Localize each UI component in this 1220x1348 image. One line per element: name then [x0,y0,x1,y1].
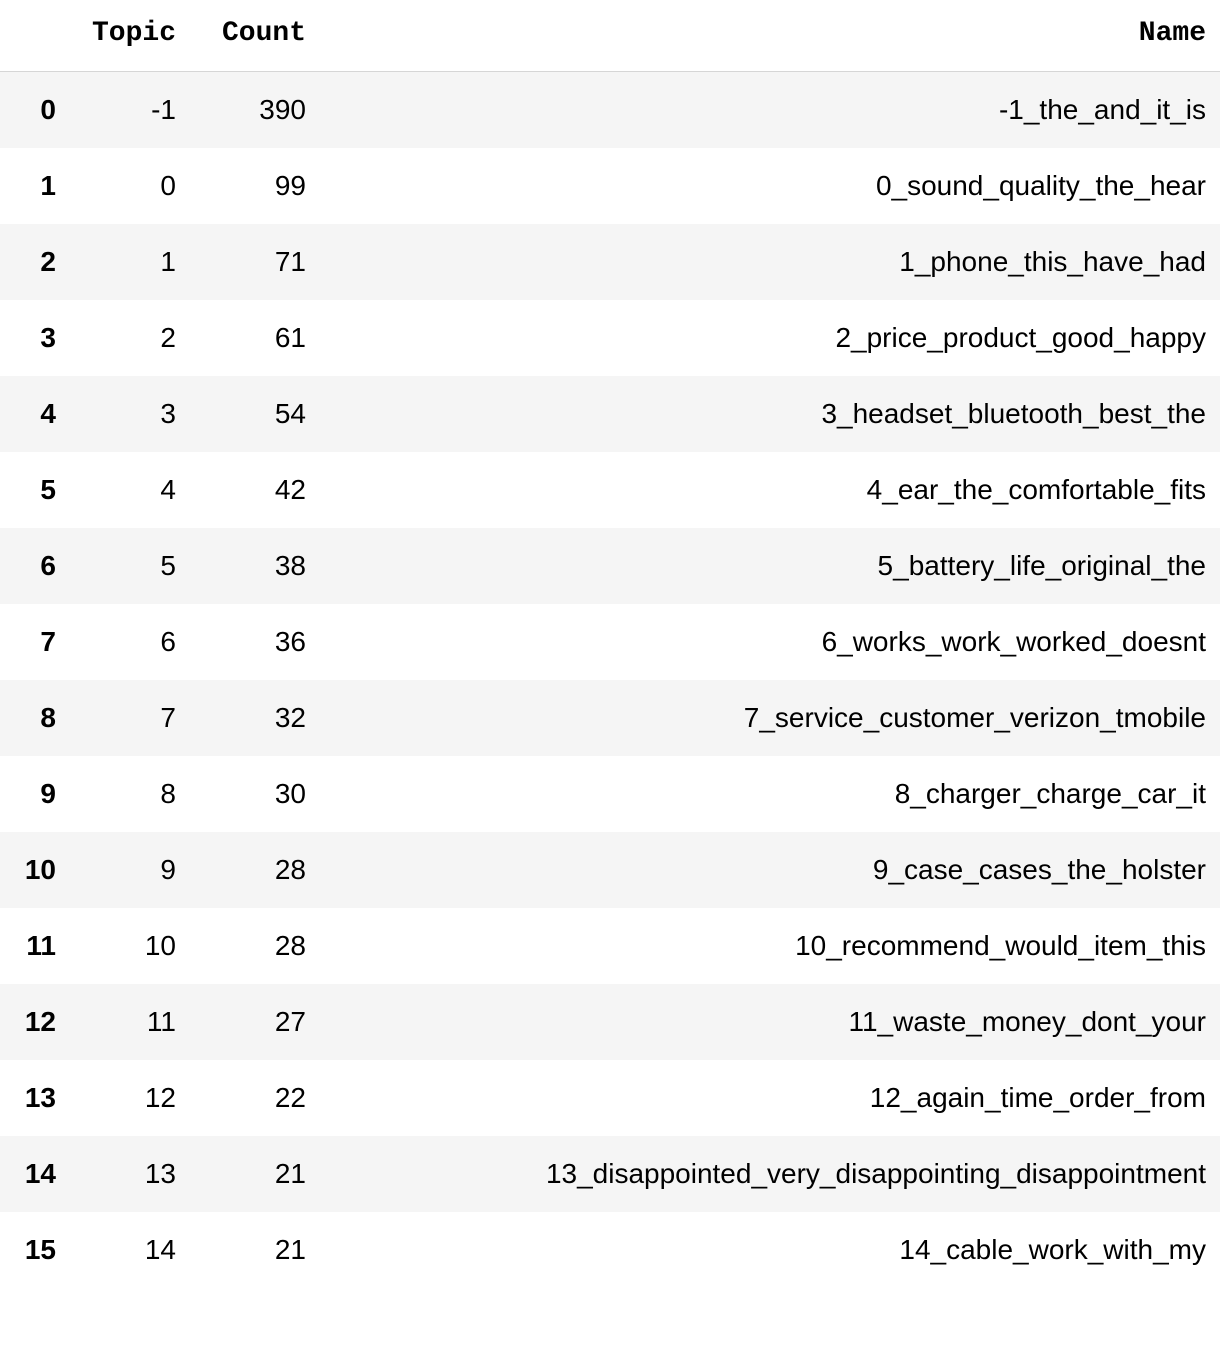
row-count: 21 [190,1212,320,1288]
row-topic: 8 [70,756,190,832]
row-index: 8 [0,680,70,756]
row-count: 32 [190,680,320,756]
header-count: Count [190,0,320,72]
row-count: 30 [190,756,320,832]
table-row: 98308_charger_charge_car_it [0,756,1220,832]
header-index [0,0,70,72]
row-name: 2_price_product_good_happy [320,300,1220,376]
row-topic: 13 [70,1136,190,1212]
row-topic: 3 [70,376,190,452]
row-count: 28 [190,832,320,908]
row-index: 13 [0,1060,70,1136]
row-index: 10 [0,832,70,908]
row-topic: 0 [70,148,190,224]
table-row: 76366_works_work_worked_doesnt [0,604,1220,680]
row-count: 99 [190,148,320,224]
row-count: 390 [190,72,320,149]
row-index: 7 [0,604,70,680]
table-row: 32612_price_product_good_happy [0,300,1220,376]
row-index: 9 [0,756,70,832]
row-count: 54 [190,376,320,452]
table-row: 10990_sound_quality_the_hear [0,148,1220,224]
row-name: 0_sound_quality_the_hear [320,148,1220,224]
row-topic: 5 [70,528,190,604]
row-index: 15 [0,1212,70,1288]
row-index: 1 [0,148,70,224]
table-row: 13122212_again_time_order_from [0,1060,1220,1136]
row-topic: 12 [70,1060,190,1136]
table-row: 109289_case_cases_the_holster [0,832,1220,908]
table-row: 21711_phone_this_have_had [0,224,1220,300]
row-index: 3 [0,300,70,376]
row-name: 5_battery_life_original_the [320,528,1220,604]
table-row: 12112711_waste_money_dont_your [0,984,1220,1060]
header-row: Topic Count Name [0,0,1220,72]
table-row: 43543_headset_bluetooth_best_the [0,376,1220,452]
row-count: 42 [190,452,320,528]
row-topic: 11 [70,984,190,1060]
table-body: 0-1390-1_the_and_it_is10990_sound_qualit… [0,72,1220,1289]
row-count: 71 [190,224,320,300]
row-count: 22 [190,1060,320,1136]
table-row: 87327_service_customer_verizon_tmobile [0,680,1220,756]
row-topic: 1 [70,224,190,300]
table-row: 0-1390-1_the_and_it_is [0,72,1220,149]
row-name: 7_service_customer_verizon_tmobile [320,680,1220,756]
row-index: 2 [0,224,70,300]
row-name: 11_waste_money_dont_your [320,984,1220,1060]
row-name: 3_headset_bluetooth_best_the [320,376,1220,452]
row-index: 4 [0,376,70,452]
row-name: 12_again_time_order_from [320,1060,1220,1136]
row-name: 13_disappointed_very_disappointing_disap… [320,1136,1220,1212]
row-name: 10_recommend_would_item_this [320,908,1220,984]
table-row: 15142114_cable_work_with_my [0,1212,1220,1288]
row-topic: 4 [70,452,190,528]
row-name: -1_the_and_it_is [320,72,1220,149]
table-row: 65385_battery_life_original_the [0,528,1220,604]
row-count: 38 [190,528,320,604]
row-index: 11 [0,908,70,984]
row-count: 21 [190,1136,320,1212]
row-count: 36 [190,604,320,680]
header-name: Name [320,0,1220,72]
row-index: 14 [0,1136,70,1212]
row-topic: 10 [70,908,190,984]
table-row: 54424_ear_the_comfortable_fits [0,452,1220,528]
row-topic: 6 [70,604,190,680]
table-row: 11102810_recommend_would_item_this [0,908,1220,984]
row-topic: 9 [70,832,190,908]
dataframe-container: Topic Count Name 0-1390-1_the_and_it_is1… [0,0,1220,1288]
dataframe-table: Topic Count Name 0-1390-1_the_and_it_is1… [0,0,1220,1288]
row-topic: -1 [70,72,190,149]
row-count: 61 [190,300,320,376]
table-row: 14132113_disappointed_very_disappointing… [0,1136,1220,1212]
row-name: 4_ear_the_comfortable_fits [320,452,1220,528]
row-index: 0 [0,72,70,149]
row-count: 28 [190,908,320,984]
row-topic: 7 [70,680,190,756]
row-name: 8_charger_charge_car_it [320,756,1220,832]
row-name: 14_cable_work_with_my [320,1212,1220,1288]
header-topic: Topic [70,0,190,72]
row-name: 1_phone_this_have_had [320,224,1220,300]
row-index: 12 [0,984,70,1060]
row-name: 6_works_work_worked_doesnt [320,604,1220,680]
row-topic: 2 [70,300,190,376]
row-name: 9_case_cases_the_holster [320,832,1220,908]
row-index: 5 [0,452,70,528]
row-count: 27 [190,984,320,1060]
row-index: 6 [0,528,70,604]
row-topic: 14 [70,1212,190,1288]
